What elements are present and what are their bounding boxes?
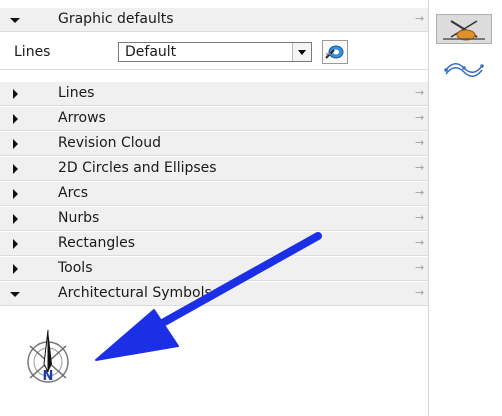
section-label: Arrows <box>58 110 106 126</box>
section-label: Tools <box>58 260 93 276</box>
pin-arrow-icon[interactable]: → <box>415 211 424 224</box>
lines-style-value: Default <box>125 44 177 60</box>
north-arrow-tool[interactable]: N <box>18 328 78 392</box>
collapse-triangle-icon[interactable] <box>9 14 21 26</box>
expand-triangle-icon[interactable] <box>9 113 21 125</box>
line-tool-icon <box>443 20 485 41</box>
section-lines[interactable]: Lines → <box>0 82 428 106</box>
section-revision-cloud[interactable]: Revision Cloud → <box>0 132 428 156</box>
line-tool-button[interactable] <box>436 14 492 44</box>
section-arcs[interactable]: Arcs → <box>0 182 428 206</box>
panel-header-graphic-defaults[interactable]: Graphic defaults → <box>0 8 428 32</box>
lines-style-bar: Lines Default <box>0 34 428 70</box>
graphic-defaults-panel: Graphic defaults → Lines Default Lines →… <box>0 0 429 416</box>
expand-triangle-icon[interactable] <box>9 88 21 100</box>
collapse-triangle-icon[interactable] <box>9 288 21 300</box>
section-label: Arcs <box>58 185 89 201</box>
pin-arrow-icon[interactable]: → <box>415 12 424 25</box>
expand-triangle-icon[interactable] <box>9 213 21 225</box>
pin-arrow-icon[interactable]: → <box>415 286 424 299</box>
section-arrows[interactable]: Arrows → <box>0 107 428 131</box>
curve-tool-button[interactable] <box>436 54 492 84</box>
pin-arrow-icon[interactable]: → <box>415 261 424 274</box>
north-label: N <box>43 369 54 384</box>
line-settings-icon <box>325 45 344 59</box>
pin-arrow-icon[interactable]: → <box>415 236 424 249</box>
section-nurbs[interactable]: Nurbs → <box>0 207 428 231</box>
lines-style-select[interactable]: Default <box>118 42 312 62</box>
expand-triangle-icon[interactable] <box>9 263 21 275</box>
section-architectural-symbols[interactable]: Architectural Symbols → <box>0 282 428 306</box>
side-toolbar <box>429 0 502 416</box>
section-2d-circles-ellipses[interactable]: 2D Circles and Ellipses → <box>0 157 428 181</box>
panel-header-label: Graphic defaults <box>58 11 174 27</box>
curve-tool-icon <box>444 63 484 77</box>
pin-arrow-icon[interactable]: → <box>415 136 424 149</box>
architectural-symbols-content: N <box>0 308 428 416</box>
chevron-down-icon[interactable] <box>292 43 311 61</box>
pin-arrow-icon[interactable]: → <box>415 161 424 174</box>
north-arrow-icon: N <box>27 329 69 384</box>
pin-arrow-icon[interactable]: → <box>415 86 424 99</box>
section-label: Rectangles <box>58 235 136 251</box>
line-settings-button[interactable] <box>322 40 348 64</box>
section-label: Nurbs <box>58 210 100 226</box>
section-label: 2D Circles and Ellipses <box>58 160 217 176</box>
section-label: Architectural Symbols <box>58 285 212 301</box>
section-label: Lines <box>58 85 95 101</box>
expand-triangle-icon[interactable] <box>9 188 21 200</box>
expand-triangle-icon[interactable] <box>9 163 21 175</box>
expand-triangle-icon[interactable] <box>9 138 21 150</box>
section-label: Revision Cloud <box>58 135 161 151</box>
section-tools[interactable]: Tools → <box>0 257 428 281</box>
section-rectangles[interactable]: Rectangles → <box>0 232 428 256</box>
expand-triangle-icon[interactable] <box>9 238 21 250</box>
lines-style-label: Lines <box>14 44 51 60</box>
pin-arrow-icon[interactable]: → <box>415 111 424 124</box>
pin-arrow-icon[interactable]: → <box>415 186 424 199</box>
